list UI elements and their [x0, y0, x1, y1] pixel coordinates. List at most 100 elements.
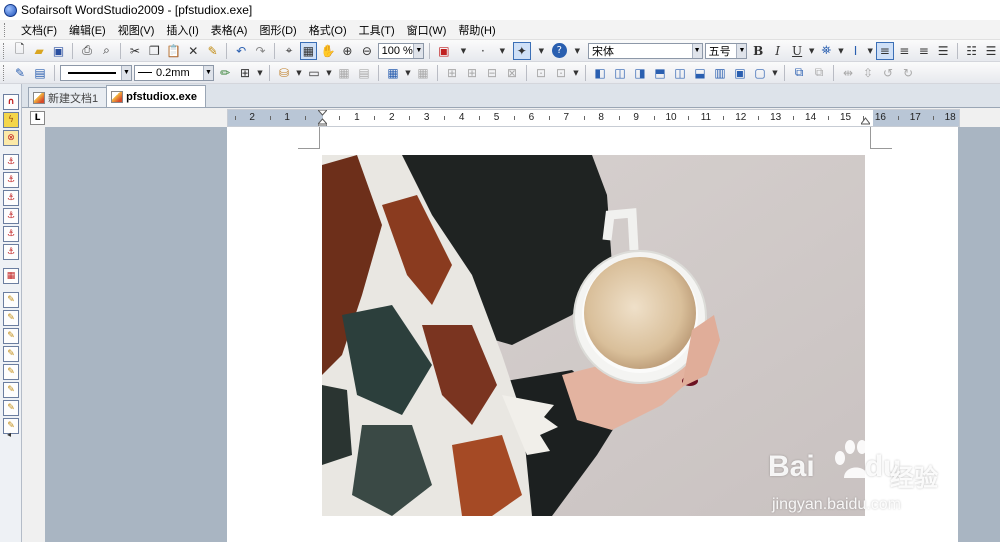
dropdown-arrow-icon[interactable]: ▼: [295, 64, 303, 82]
flip-vertical-icon[interactable]: ⇳: [859, 64, 877, 82]
flip-horizontal-icon[interactable]: ⇹: [839, 64, 857, 82]
send-back-icon[interactable]: ⧉: [810, 64, 828, 82]
dropdown-arrow-icon[interactable]: ▼: [771, 64, 779, 82]
cell-align-icon[interactable]: ⊡: [532, 64, 550, 82]
object-align-left-icon[interactable]: ◧: [591, 64, 609, 82]
align-left-icon[interactable]: ≡: [876, 41, 894, 60]
dropdown-arrow-icon[interactable]: ▼: [533, 42, 550, 60]
dropdown-arrow-icon[interactable]: ▼: [569, 42, 586, 60]
menu-graphics[interactable]: 图形(D): [253, 20, 302, 40]
underline-button[interactable]: U: [788, 42, 805, 60]
hand-pan-icon[interactable]: ✋: [319, 42, 336, 60]
table-cells-icon[interactable]: ▦: [335, 64, 353, 82]
object-ungroup-icon[interactable]: ▢: [751, 64, 769, 82]
find-icon[interactable]: ⌖: [280, 42, 297, 60]
fill-pattern-icon[interactable]: ⊞: [236, 64, 254, 82]
menu-window[interactable]: 窗口(W): [401, 20, 453, 40]
horizontal-ruler[interactable]: 2 1 1 2 3 4 5 6 7 8 9 10 11 12 13 14 15 16 17 18: [227, 109, 960, 127]
object-align-bottom-icon[interactable]: ⬓: [691, 64, 709, 82]
menu-table[interactable]: 表格(A): [205, 20, 254, 40]
grid-snap-icon[interactable]: ▦: [3, 268, 19, 284]
format-painter-icon[interactable]: ✎: [204, 42, 221, 60]
merge-cells-icon[interactable]: ⊟: [483, 64, 501, 82]
menu-edit[interactable]: 编辑(E): [63, 20, 112, 40]
object-align-middle-icon[interactable]: ◫: [671, 64, 689, 82]
dropdown-arrow-icon[interactable]: ▼: [455, 42, 472, 60]
justify-icon[interactable]: ☰: [934, 42, 951, 60]
menu-view[interactable]: 视图(V): [112, 20, 161, 40]
italic-button[interactable]: I: [769, 42, 786, 60]
copy-icon[interactable]: ❐: [146, 42, 163, 60]
fill-bucket-icon[interactable]: ⛁: [275, 64, 293, 82]
border-icon[interactable]: ▭: [305, 64, 323, 82]
cell-valign-icon[interactable]: ⊡: [552, 64, 570, 82]
anchor-icon[interactable]: ⚓: [3, 244, 19, 260]
bold-button[interactable]: B: [749, 42, 766, 60]
table-properties-icon[interactable]: ▦: [414, 64, 432, 82]
open-folder-icon[interactable]: ▰: [30, 42, 47, 60]
menu-help[interactable]: 帮助(H): [452, 20, 501, 40]
print-icon[interactable]: ⎙: [78, 42, 95, 60]
redo-icon[interactable]: ↷: [252, 42, 269, 60]
dropdown-arrow-icon[interactable]: ▼: [572, 64, 580, 82]
dot-icon[interactable]: ·: [474, 42, 491, 60]
undo-icon[interactable]: ↶: [232, 42, 249, 60]
highlight-icon[interactable]: Ⅰ: [847, 42, 864, 60]
font-name-select[interactable]: 宋体 ▼: [588, 42, 703, 59]
scroll-arrow-icon[interactable]: ◂: [7, 430, 11, 439]
menu-insert[interactable]: 插入(I): [160, 20, 204, 40]
dropdown-arrow-icon[interactable]: ▼: [866, 42, 874, 60]
dropdown-arrow-icon[interactable]: ▼: [325, 64, 333, 82]
menu-tools[interactable]: 工具(T): [353, 20, 401, 40]
tab-stop-selector[interactable]: L: [30, 111, 45, 125]
line-color-icon[interactable]: ✏: [216, 64, 234, 82]
rotate-left-icon[interactable]: ↺: [879, 64, 897, 82]
insert-row-icon[interactable]: ⊞: [443, 64, 461, 82]
pencil-tool-icon[interactable]: ✎: [3, 400, 19, 416]
anchor-icon[interactable]: ⚓: [3, 190, 19, 206]
pin-icon[interactable]: ✦: [513, 41, 531, 60]
anchor-icon[interactable]: ⚓: [3, 226, 19, 242]
menu-file[interactable]: 文档(F): [15, 20, 63, 40]
pencil-tool-icon[interactable]: ✎: [3, 292, 19, 308]
grid-icon[interactable]: ▦: [299, 41, 318, 60]
dropdown-arrow-icon[interactable]: ▼: [256, 64, 264, 82]
bullet-list-icon[interactable]: ☷: [963, 42, 980, 60]
zoom-out-icon[interactable]: ⊖: [358, 42, 375, 60]
object-group-icon[interactable]: ▣: [731, 64, 749, 82]
object-align-top-icon[interactable]: ⬒: [651, 64, 669, 82]
dropdown-arrow-icon[interactable]: ▼: [837, 42, 845, 60]
properties-icon[interactable]: ▤: [31, 64, 49, 82]
line-width-select[interactable]: 0.2mm ▼: [134, 64, 214, 81]
lightning-icon[interactable]: ϟ: [3, 112, 19, 128]
help-icon[interactable]: ?: [552, 43, 567, 58]
snap-icon[interactable]: ⊗: [3, 130, 19, 146]
line-style-select[interactable]: ▼: [60, 64, 132, 81]
print-preview-icon[interactable]: ⌕: [98, 42, 115, 60]
object-align-center-icon[interactable]: ◫: [611, 64, 629, 82]
pencil-tool-icon[interactable]: ✎: [3, 382, 19, 398]
insert-column-icon[interactable]: ⊞: [463, 64, 481, 82]
zoom-in-icon[interactable]: ⊕: [339, 42, 356, 60]
object-distribute-icon[interactable]: ▥: [711, 64, 729, 82]
left-indent-marker-icon[interactable]: [316, 109, 329, 127]
anchor-icon[interactable]: ⚓: [3, 172, 19, 188]
zoom-select[interactable]: 100 % ▼: [377, 42, 425, 59]
paste-icon[interactable]: 📋: [165, 42, 182, 60]
new-document-icon[interactable]: 🗋: [11, 42, 28, 60]
rotate-right-icon[interactable]: ↻: [899, 64, 917, 82]
edit-object-icon[interactable]: ✎: [11, 64, 29, 82]
cut-icon[interactable]: ✂: [126, 42, 143, 60]
text-effect-icon[interactable]: ⛯: [818, 42, 835, 60]
bring-front-icon[interactable]: ⧉: [790, 64, 808, 82]
numbered-list-icon[interactable]: ☰: [982, 42, 999, 60]
dropdown-arrow-icon[interactable]: ▼: [404, 64, 412, 82]
anchor-icon[interactable]: ⚓: [3, 208, 19, 224]
delete-icon[interactable]: ✕: [185, 42, 202, 60]
object-align-right-icon[interactable]: ◨: [631, 64, 649, 82]
tab-new-document[interactable]: 新建文档1: [28, 87, 108, 107]
tab-pfstudiox[interactable]: pfstudiox.exe: [106, 85, 207, 107]
pencil-tool-icon[interactable]: ✎: [3, 328, 19, 344]
insert-table-icon[interactable]: ▦: [384, 64, 402, 82]
split-cells-icon[interactable]: ⊠: [503, 64, 521, 82]
